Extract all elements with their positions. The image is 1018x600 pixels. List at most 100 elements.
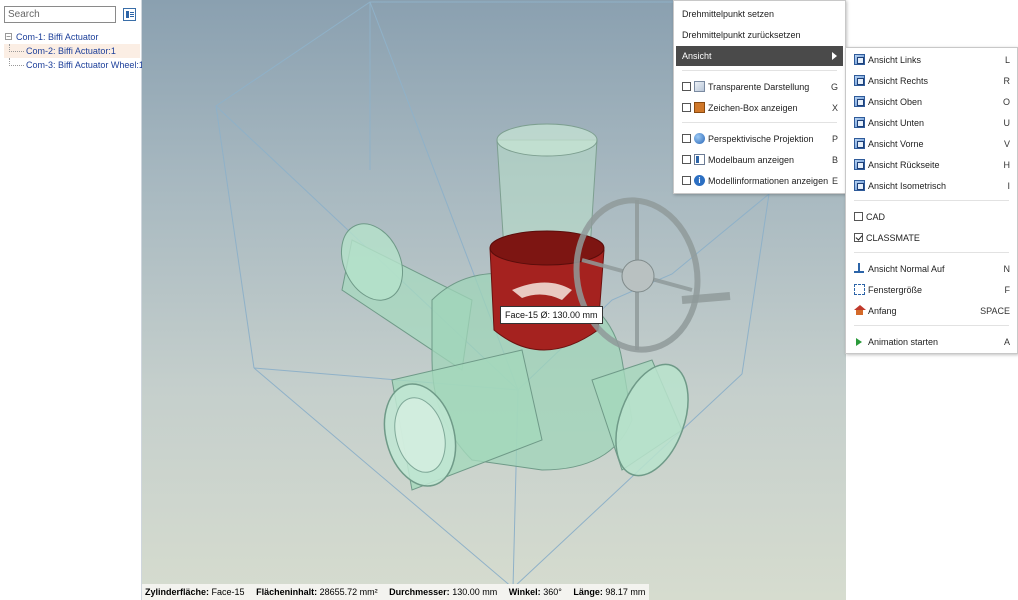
menu-item-model-tree[interactable]: Modelbaum anzeigen B — [676, 150, 843, 170]
shortcut-key: P — [831, 134, 838, 144]
menu-item-model-info[interactable]: i Modellinformationen anzeigen E — [676, 171, 843, 191]
menu-separator — [682, 70, 837, 71]
shortcut-key: U — [1003, 118, 1011, 128]
menu-item-label: Drehmittelpunkt setzen — [682, 9, 775, 19]
fit-window-icon — [854, 284, 865, 295]
tree-toggle-icon[interactable] — [123, 8, 136, 21]
shortcut-key: A — [1003, 337, 1010, 347]
tree-node-com-2[interactable]: Com-2: Biffi Actuator:1 — [4, 44, 140, 58]
submenu-item-view-left[interactable]: Ansicht Links L — [848, 50, 1015, 70]
shortcut-key: B — [831, 155, 838, 165]
model-tree-panel: − Com-1: Biffi Actuator Com-2: Biffi Act… — [0, 0, 144, 600]
menu-item-label: Anfang — [868, 306, 897, 316]
tree-node-com-1[interactable]: − Com-1: Biffi Actuator — [4, 30, 140, 44]
menu-item-set-pivot[interactable]: Drehmittelpunkt setzen — [676, 4, 843, 24]
menu-item-draw-box[interactable]: Zeichen-Box anzeigen X — [676, 98, 843, 118]
tree-node-com-3[interactable]: Com-3: Biffi Actuator Wheel:1 — [4, 58, 144, 72]
view-back-icon — [854, 159, 865, 170]
perspective-icon — [694, 133, 705, 144]
tree-node-label: Com-3: Biffi Actuator Wheel:1 — [26, 60, 144, 70]
menu-item-label: Ansicht Rückseite — [868, 160, 940, 170]
model-tree-checkbox[interactable] — [682, 155, 691, 164]
shortcut-key: L — [1004, 55, 1010, 65]
submenu-item-view-top[interactable]: Ansicht Oben O — [848, 92, 1015, 112]
measurement-status-bar: Zylinderfläche: Face-15 Flächeninhalt: 2… — [142, 584, 650, 600]
shortcut-key: SPACE — [980, 306, 1010, 316]
classmate-checkbox[interactable] — [854, 233, 863, 242]
shortcut-key: X — [831, 103, 838, 113]
submenu-item-view-bottom[interactable]: Ansicht Unten U — [848, 113, 1015, 133]
status-diameter-label: Durchmesser: — [389, 587, 450, 597]
status-diameter-value: 130.00 mm — [452, 587, 498, 597]
menu-item-label: Ansicht Links — [868, 55, 922, 65]
status-angle-value: 360° — [543, 587, 562, 597]
perspective-checkbox[interactable] — [682, 134, 691, 143]
shortcut-key: H — [1003, 160, 1011, 170]
menu-item-label: Zeichen-Box anzeigen — [708, 103, 798, 113]
status-area-value: 28655.72 mm² — [319, 587, 378, 597]
shortcut-key: E — [831, 176, 838, 186]
menu-item-label: Fenstergröße — [868, 285, 923, 295]
view-left-icon — [854, 54, 865, 65]
menu-item-label: Transparente Darstellung — [708, 82, 810, 92]
submenu-item-view-front[interactable]: Ansicht Vorne V — [848, 134, 1015, 154]
status-length-label: Länge: — [573, 587, 603, 597]
shortcut-key: V — [1003, 139, 1010, 149]
search-input[interactable] — [4, 6, 116, 23]
menu-item-label: CAD — [866, 212, 886, 222]
submenu-item-view-back[interactable]: Ansicht Rückseite H — [848, 155, 1015, 175]
menu-item-label: Ansicht Oben — [868, 97, 923, 107]
submenu-item-animate[interactable]: Animation starten A — [848, 332, 1015, 352]
menu-separator — [854, 252, 1009, 253]
menu-item-label: Perspektivische Projektion — [708, 134, 814, 144]
view-normal-icon — [854, 263, 865, 274]
menu-separator — [854, 325, 1009, 326]
menu-item-reset-pivot[interactable]: Drehmittelpunkt zurücksetzen — [676, 25, 843, 45]
menu-item-transparent[interactable]: Transparente Darstellung G — [676, 77, 843, 97]
front-pipe — [383, 349, 543, 491]
status-angle-label: Winkel: — [508, 587, 541, 597]
status-length-value: 98.17 mm — [605, 587, 646, 597]
shortcut-key: G — [830, 82, 838, 92]
tree-node-label: Com-1: Biffi Actuator — [16, 32, 99, 42]
submenu-item-view-right[interactable]: Ansicht Rechts R — [848, 71, 1015, 91]
menu-separator — [854, 200, 1009, 201]
menu-item-label: Modelbaum anzeigen — [708, 155, 795, 165]
menu-item-view[interactable]: Ansicht — [676, 46, 843, 66]
view-submenu: Ansicht Links L Ansicht Rechts R Ansicht O… — [845, 47, 1018, 354]
draw-box-icon — [694, 102, 705, 113]
menu-item-label: CLASSMATE — [866, 233, 920, 243]
shortcut-key: R — [1003, 76, 1011, 86]
menu-item-label: Animation starten — [868, 337, 939, 347]
status-area-label: Flächeninhalt: — [256, 587, 318, 597]
shortcut-key: I — [1007, 181, 1010, 191]
submenu-item-classmate[interactable]: CLASSMATE — [848, 228, 1015, 248]
model-info-checkbox[interactable] — [682, 176, 691, 185]
menu-item-label: Ansicht Rechts — [868, 76, 929, 86]
menu-item-perspective[interactable]: Perspektivische Projektion P — [676, 129, 843, 149]
submenu-item-cad[interactable]: CAD — [848, 207, 1015, 227]
submenu-item-fit-window[interactable]: Fenstergröße F — [848, 280, 1015, 300]
submenu-item-view-normal[interactable]: Ansicht Normal Auf N — [848, 259, 1015, 279]
play-icon — [854, 336, 865, 347]
submenu-item-home[interactable]: Anfang SPACE — [848, 301, 1015, 321]
transparent-checkbox[interactable] — [682, 82, 691, 91]
tree-node-label: Com-2: Biffi Actuator:1 — [26, 46, 116, 56]
shortcut-key: F — [1004, 285, 1011, 295]
face-measure-label: Face-15 Ø: 130.00 mm — [500, 306, 603, 324]
tree-connector — [9, 44, 24, 52]
menu-item-label: Ansicht Isometrisch — [868, 181, 947, 191]
draw-box-checkbox[interactable] — [682, 103, 691, 112]
menu-item-label: Drehmittelpunkt zurücksetzen — [682, 30, 801, 40]
highlighted-face — [489, 230, 605, 351]
context-menu: Drehmittelpunkt setzen Drehmittelpunkt z… — [673, 0, 846, 194]
menu-item-label: Ansicht Vorne — [868, 139, 924, 149]
shortcut-key: O — [1002, 97, 1010, 107]
menu-separator — [682, 122, 837, 123]
tree-connector — [9, 58, 24, 66]
submenu-item-view-iso[interactable]: Ansicht Isometrisch I — [848, 176, 1015, 196]
home-icon — [854, 305, 866, 316]
right-flange — [591, 359, 689, 477]
collapse-icon[interactable]: − — [5, 33, 12, 41]
cad-checkbox[interactable] — [854, 212, 863, 221]
